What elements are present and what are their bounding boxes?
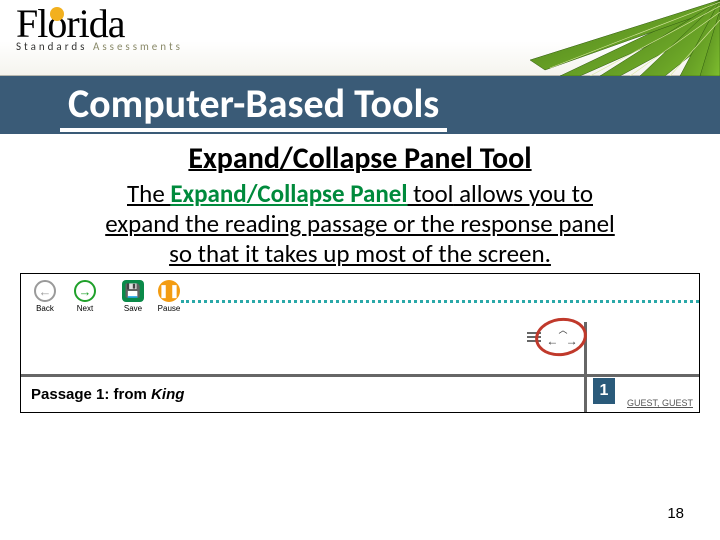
app-screenshot: ← Back → Next 💾 Save ❚❚ Pause ︿ ← → Pass… xyxy=(20,273,700,413)
page-title: Computer-Based Tools xyxy=(60,80,447,132)
next-button[interactable]: → Next xyxy=(69,280,101,313)
back-button[interactable]: ← Back xyxy=(29,280,61,313)
question-number-badge[interactable]: 1 xyxy=(593,378,615,404)
back-arrow-icon: ← xyxy=(34,280,56,302)
pause-button[interactable]: ❚❚ Pause xyxy=(153,280,185,313)
logo-wordmark: Florida xyxy=(16,4,183,44)
logo-sub-b: Assessments xyxy=(93,40,183,53)
save-icon: 💾 xyxy=(122,280,144,302)
guest-label: GUEST, GUEST xyxy=(627,398,693,408)
header-band: Florida Standards Assessments xyxy=(0,0,720,76)
page-number: 18 xyxy=(667,505,684,522)
next-label: Next xyxy=(77,304,93,313)
para-mid: tool xyxy=(408,178,454,209)
passage-title: Passage 1: from King xyxy=(31,386,184,403)
subtitle: Expand/Collapse Panel Tool xyxy=(0,140,720,177)
para-lead: The xyxy=(127,178,170,209)
save-button[interactable]: 💾 Save xyxy=(117,280,149,313)
toolbar: ← Back → Next 💾 Save ❚❚ Pause xyxy=(21,274,699,322)
save-label: Save xyxy=(124,304,142,313)
palm-image xyxy=(490,0,720,76)
passage-prefix: Passage 1: from xyxy=(31,386,151,403)
dotted-divider xyxy=(181,300,699,303)
logo: Florida Standards Assessments xyxy=(16,4,183,53)
para-rest1: allows you to xyxy=(453,178,593,209)
para-line3: so that it takes up most of the screen. xyxy=(169,238,551,269)
sun-icon xyxy=(50,7,64,21)
back-label: Back xyxy=(36,304,54,313)
horizontal-divider xyxy=(21,374,699,377)
passage-name: King xyxy=(151,386,184,403)
tool-name: Expand/Collapse Panel xyxy=(170,178,407,209)
para-line2: expand the reading passage or the respon… xyxy=(105,208,615,239)
title-bar: Computer-Based Tools xyxy=(0,76,720,134)
description-paragraph: The Expand/Collapse Panel tool allows yo… xyxy=(22,179,698,269)
logo-subtitle: Standards Assessments xyxy=(16,40,183,53)
pause-label: Pause xyxy=(158,304,181,313)
next-arrow-icon: → xyxy=(74,280,96,302)
pause-icon: ❚❚ xyxy=(158,280,180,302)
